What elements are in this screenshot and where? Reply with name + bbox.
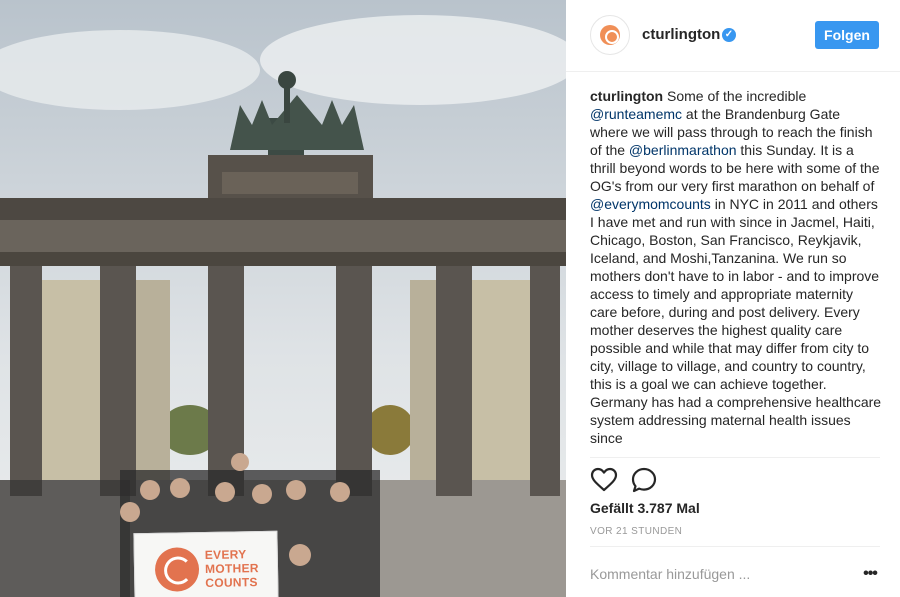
heart-icon[interactable] [590, 466, 618, 494]
follow-button[interactable]: Folgen [815, 21, 879, 49]
comment-form: ••• [590, 561, 880, 587]
post-timestamp[interactable]: VOR 21 STUNDEN [590, 526, 682, 537]
every-mother-counts-banner: EVERY MOTHER COUNTS [133, 530, 279, 597]
likes-count[interactable]: Gefällt 3.787 Mal [590, 500, 700, 516]
every-mother-counts-logo-icon [154, 547, 200, 592]
username-link[interactable]: cturlington [642, 26, 720, 43]
mention-berlinmarathon-link[interactable]: @berlinmarathon [629, 142, 737, 158]
comment-input[interactable] [590, 561, 840, 587]
avatar[interactable] [590, 15, 630, 55]
banner-text: EVERY MOTHER COUNTS [204, 547, 259, 591]
mention-everymomcounts-link[interactable]: @everymomcounts [590, 196, 711, 212]
more-options-icon[interactable]: ••• [858, 561, 882, 587]
caption-text: in NYC in 2011 and others I have met and… [590, 196, 882, 446]
divider [590, 457, 880, 458]
comment-icon[interactable] [630, 466, 658, 494]
mention-runteamemc-link[interactable]: @runteamemc [590, 106, 682, 122]
divider [590, 546, 880, 547]
avatar-rose-icon [600, 25, 620, 45]
caption-text: Some of the incredible [663, 88, 807, 104]
caption-username-link[interactable]: cturlington [590, 88, 663, 104]
post-header: cturlington ✓ Folgen [566, 0, 900, 72]
post-panel: cturlington ✓ Folgen cturlington Some of… [566, 0, 900, 597]
verified-badge-icon: ✓ [722, 28, 736, 42]
post-caption: cturlington Some of the incredible @runt… [590, 87, 882, 455]
post-photo[interactable]: EVERY MOTHER COUNTS [0, 0, 566, 597]
brandenburg-gate-image [0, 0, 566, 597]
